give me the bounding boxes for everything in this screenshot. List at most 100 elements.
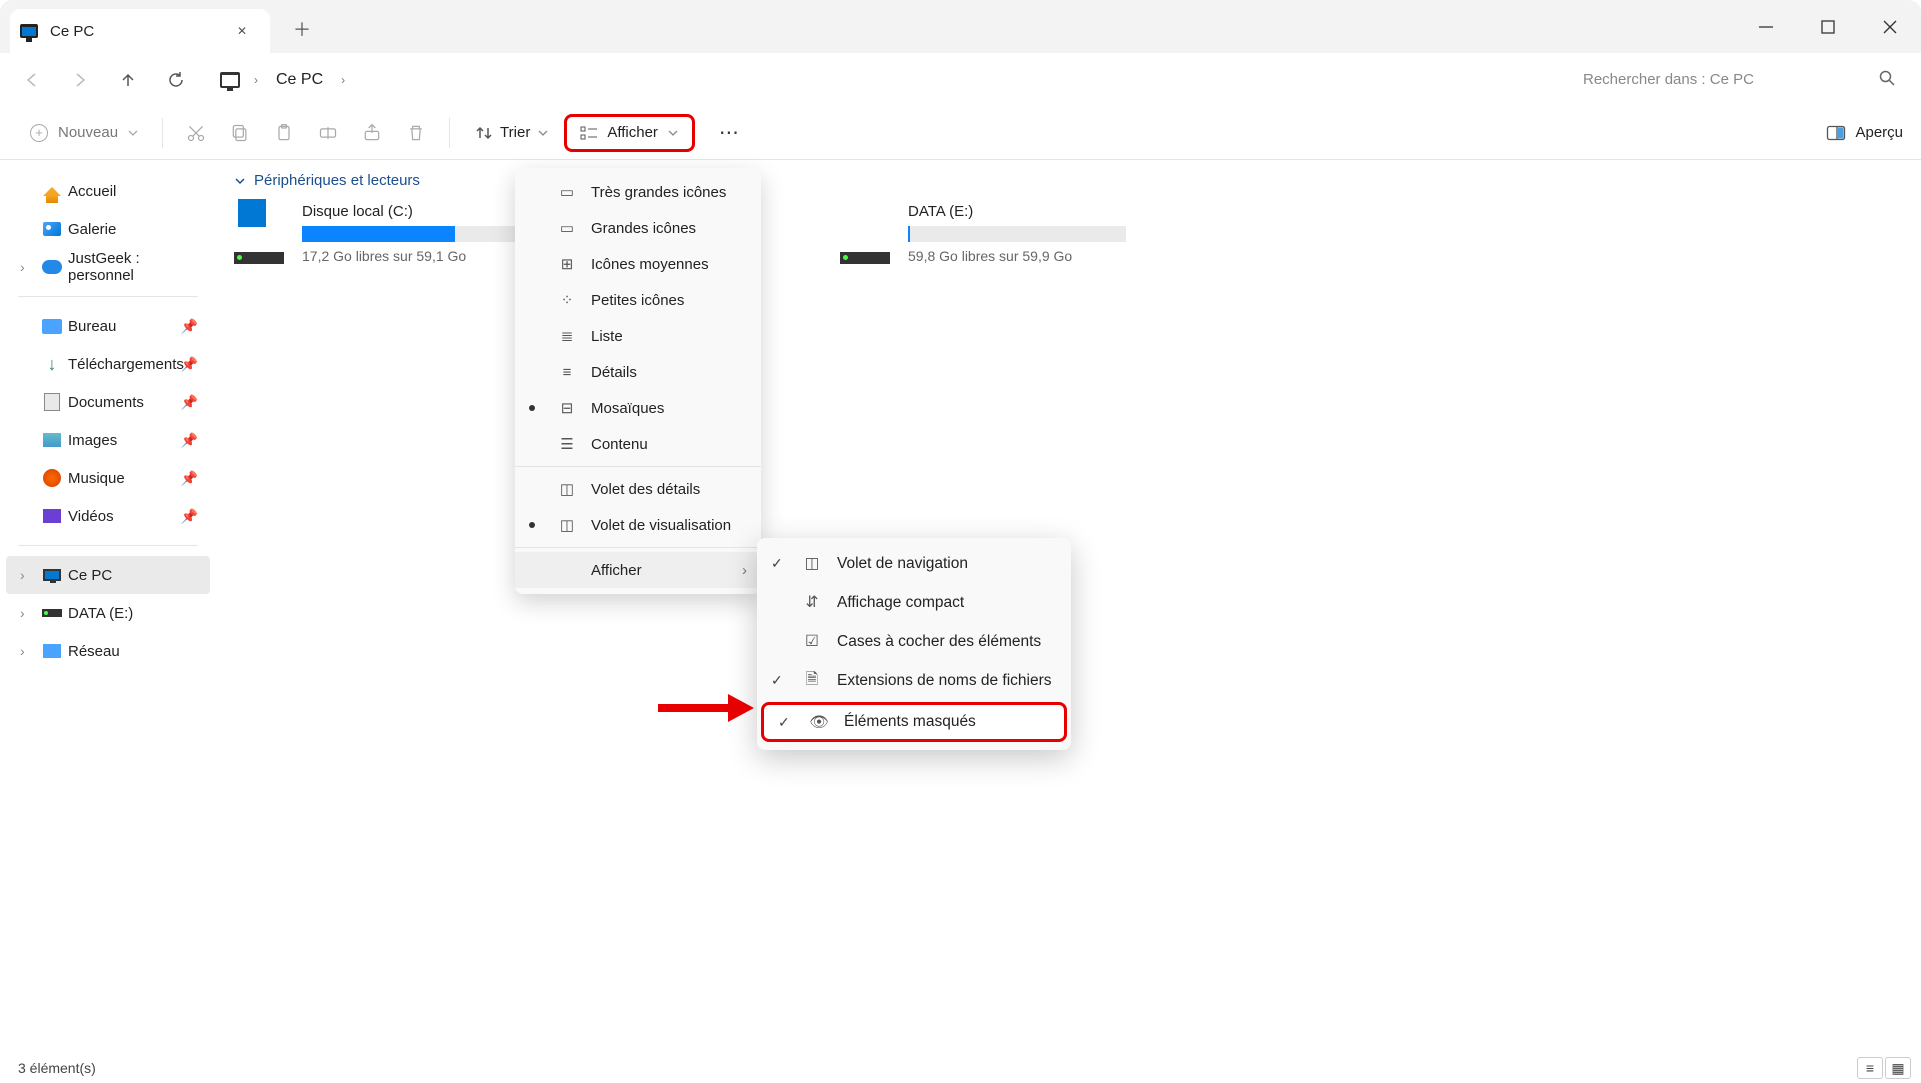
- sidebar-item-music[interactable]: Musique📌: [6, 459, 210, 497]
- menu-item-details[interactable]: ≡Détails: [515, 354, 761, 390]
- drive-free-text: 17,2 Go libres sur 59,1 Go: [302, 248, 520, 264]
- check-icon: ✓: [771, 672, 783, 689]
- view-menu: ▭Très grandes icônes ▭Grandes icônes ⊞Ic…: [515, 168, 761, 594]
- sidebar-item-documents[interactable]: Documents📌: [6, 383, 210, 421]
- statusbar: 3 élément(s) ≡ ▦: [0, 1053, 1921, 1083]
- menu-item-list[interactable]: ≣Liste: [515, 318, 761, 354]
- up-button[interactable]: [108, 60, 148, 100]
- item-count: 3 élément(s): [18, 1060, 96, 1076]
- menu-separator: [515, 547, 761, 548]
- pc-icon: [220, 72, 240, 88]
- pc-icon: [20, 24, 38, 38]
- sort-button[interactable]: Trier: [462, 114, 562, 152]
- drive-name: Disque local (C:): [302, 203, 520, 220]
- chevron-down-icon: [234, 175, 246, 187]
- sidebar-item-data-e[interactable]: DATA (E:): [6, 594, 210, 632]
- minimize-button[interactable]: [1735, 0, 1797, 53]
- search-icon: [1879, 70, 1895, 90]
- sidebar-item-onedrive[interactable]: JustGeek : personnel: [6, 248, 210, 286]
- sort-label: Trier: [500, 124, 530, 141]
- sidebar-item-desktop[interactable]: Bureau📌: [6, 307, 210, 345]
- pin-icon: 📌: [181, 394, 198, 411]
- pin-icon: 📌: [181, 356, 198, 373]
- cut-button[interactable]: [175, 113, 217, 153]
- tab-this-pc[interactable]: Ce PC ✕: [10, 9, 270, 53]
- annotation-arrow: [658, 700, 754, 716]
- network-icon: [43, 644, 61, 658]
- preview-label: Aperçu: [1855, 124, 1903, 141]
- home-icon: [43, 187, 61, 196]
- breadcrumb[interactable]: › Ce PC ›: [212, 61, 363, 99]
- divider: [18, 296, 198, 297]
- view-label: Afficher: [607, 124, 658, 141]
- document-icon: [44, 393, 60, 411]
- layout-icon: ☰: [557, 435, 577, 453]
- search-placeholder: Rechercher dans : Ce PC: [1583, 71, 1754, 88]
- menu-item-small-icons[interactable]: ⁘Petites icônes: [515, 282, 761, 318]
- chevron-right-icon[interactable]: ›: [331, 73, 355, 87]
- divider: [18, 545, 198, 546]
- drive-e[interactable]: DATA (E:) 59,8 Go libres sur 59,9 Go: [840, 203, 1126, 264]
- menu-item-nav-pane[interactable]: ✓◫Volet de navigation: [757, 544, 1071, 583]
- menu-item-content[interactable]: ☰Contenu: [515, 426, 761, 462]
- sidebar-item-network[interactable]: Réseau: [6, 632, 210, 670]
- search-input[interactable]: Rechercher dans : Ce PC: [1569, 61, 1909, 99]
- rename-button[interactable]: [307, 113, 349, 153]
- more-button[interactable]: ⋯: [709, 120, 751, 145]
- menu-item-extra-large-icons[interactable]: ▭Très grandes icônes: [515, 174, 761, 210]
- breadcrumb-segment[interactable]: Ce PC: [272, 71, 327, 89]
- menu-item-preview-pane[interactable]: ◫Volet de visualisation: [515, 507, 761, 543]
- new-button[interactable]: + Nouveau: [18, 114, 150, 152]
- eye-icon: 👁: [808, 713, 830, 732]
- folder-icon: [42, 319, 62, 334]
- menu-item-large-icons[interactable]: ▭Grandes icônes: [515, 210, 761, 246]
- details-view-button[interactable]: ≡: [1857, 1057, 1883, 1079]
- titlebar: Ce PC ✕ ＋: [0, 0, 1921, 53]
- pin-icon: 📌: [181, 432, 198, 449]
- pane-icon: ◫: [557, 480, 577, 498]
- sidebar-item-gallery[interactable]: Galerie: [6, 210, 210, 248]
- cloud-icon: [42, 260, 62, 274]
- tab-title: Ce PC: [50, 23, 94, 40]
- close-button[interactable]: [1859, 0, 1921, 53]
- menu-item-compact-view[interactable]: ⇵Affichage compact: [757, 583, 1071, 622]
- sidebar-item-downloads[interactable]: ↓Téléchargements📌: [6, 345, 210, 383]
- menu-item-file-extensions[interactable]: ✓🗎Extensions de noms de fichiers: [757, 661, 1071, 700]
- pane-icon: [1827, 126, 1845, 140]
- maximize-button[interactable]: [1797, 0, 1859, 53]
- sidebar-item-home[interactable]: Accueil: [6, 172, 210, 210]
- copy-button[interactable]: [219, 113, 261, 153]
- sidebar-item-videos[interactable]: Vidéos📌: [6, 497, 210, 535]
- preview-pane-button[interactable]: Aperçu: [1827, 124, 1903, 141]
- group-header[interactable]: Périphériques et lecteurs: [234, 172, 1903, 189]
- layout-icon: ⊟: [557, 399, 577, 417]
- paste-button[interactable]: [263, 113, 305, 153]
- refresh-button[interactable]: [156, 60, 196, 100]
- drive-name: DATA (E:): [908, 203, 1126, 220]
- drive-c[interactable]: Disque local (C:) 17,2 Go libres sur 59,…: [234, 203, 520, 264]
- layout-icon: ⁘: [557, 291, 577, 309]
- pin-icon: 📌: [181, 318, 198, 335]
- sidebar-item-this-pc[interactable]: Ce PC: [6, 556, 210, 594]
- menu-item-hidden-items[interactable]: ✓👁Éléments masqués: [761, 702, 1067, 742]
- compact-icon: ⇵: [801, 593, 823, 612]
- delete-button[interactable]: [395, 113, 437, 153]
- chevron-right-icon[interactable]: ›: [244, 73, 268, 87]
- sidebar-item-pictures[interactable]: Images📌: [6, 421, 210, 459]
- thumbnails-view-button[interactable]: ▦: [1885, 1057, 1911, 1079]
- view-button[interactable]: Afficher: [564, 114, 695, 152]
- download-icon: ↓: [48, 354, 57, 375]
- back-button[interactable]: [12, 60, 52, 100]
- menu-item-medium-icons[interactable]: ⊞Icônes moyennes: [515, 246, 761, 282]
- new-tab-button[interactable]: ＋: [282, 9, 322, 49]
- share-button[interactable]: [351, 113, 393, 153]
- layout-icon: ⊞: [557, 255, 577, 273]
- menu-item-checkboxes[interactable]: ☑Cases à cocher des éléments: [757, 622, 1071, 661]
- menu-item-tiles[interactable]: ⊟Mosaïques: [515, 390, 761, 426]
- show-submenu: ✓◫Volet de navigation ⇵Affichage compact…: [757, 538, 1071, 750]
- forward-button[interactable]: [60, 60, 100, 100]
- view-icon: [581, 125, 597, 141]
- menu-item-show-submenu[interactable]: Afficher›: [515, 552, 761, 588]
- tab-close-button[interactable]: ✕: [228, 17, 256, 45]
- menu-item-details-pane[interactable]: ◫Volet des détails: [515, 471, 761, 507]
